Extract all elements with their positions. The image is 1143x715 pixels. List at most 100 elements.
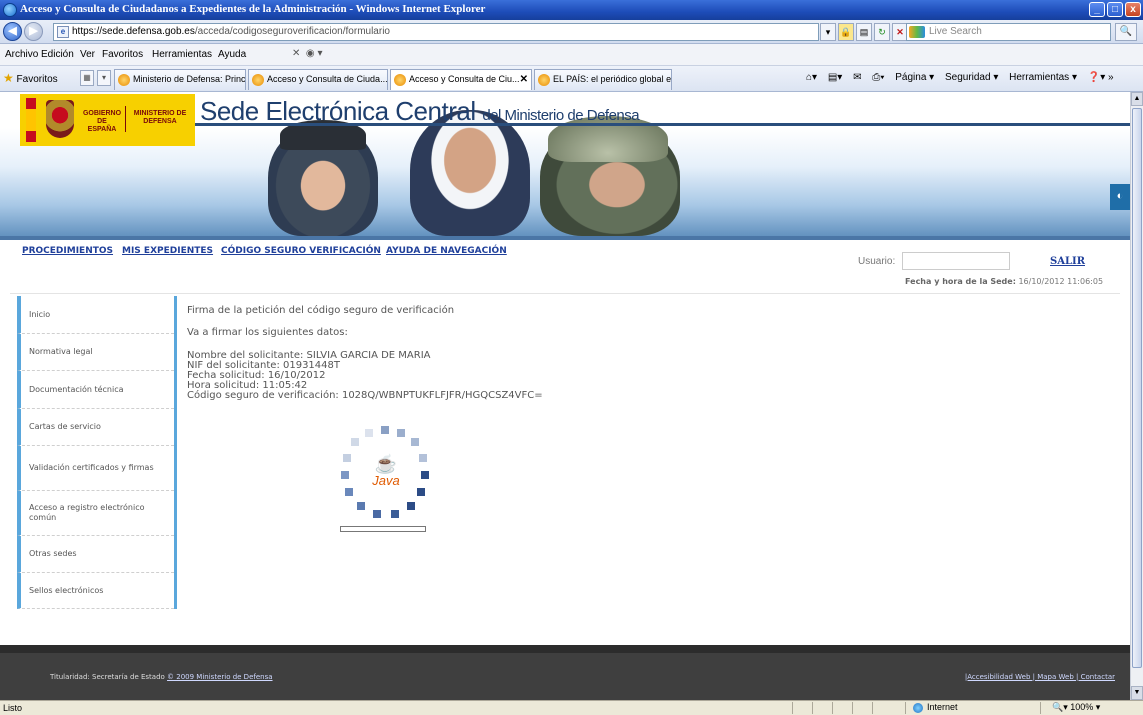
java-label: Java — [372, 473, 400, 488]
spinner-segment — [421, 471, 429, 479]
tab-acceso-2[interactable]: Acceso y Consulta de Ciu... ✕ — [390, 69, 532, 90]
mail-icon[interactable]: ✉ — [853, 72, 861, 83]
logo-divider — [125, 106, 126, 132]
status-divider — [905, 702, 906, 714]
tab-label: Acceso y Consulta de Ciuda... — [267, 74, 388, 84]
sidebar-item-sellos[interactable]: Sellos electrónicos — [17, 573, 174, 609]
search-go-icon[interactable]: 🔍 — [1115, 23, 1137, 41]
datetime-label: Fecha y hora de la Sede: — [905, 277, 1016, 286]
datetime-value: 16/10/2012 11:06:05 — [1018, 277, 1104, 286]
scroll-up-icon[interactable]: ▲ — [1131, 92, 1143, 106]
nav-procedimientos[interactable]: PROCEDIMIENTOS — [22, 246, 113, 256]
window-title: Acceso y Consulta de Ciudadanos a Expedi… — [20, 3, 486, 15]
sidebar-item-inicio[interactable]: Inicio — [17, 296, 174, 334]
tab-acceso-1[interactable]: Acceso y Consulta de Ciuda... — [248, 69, 388, 90]
logout-link[interactable]: SALIR — [1050, 256, 1085, 267]
user-input[interactable] — [902, 252, 1010, 270]
zone-label: Internet — [927, 702, 958, 712]
minimize-button[interactable]: _ — [1089, 2, 1105, 17]
quick-tabs-icon[interactable]: ▦ — [80, 70, 94, 86]
status-divider — [872, 702, 873, 714]
nav-codigo-seguro[interactable]: CÓDIGO SEGURO VERIFICACIÓN — [221, 246, 381, 256]
window-controls: _ □ x — [1089, 2, 1141, 17]
menu-favoritos[interactable]: Favoritos — [102, 49, 143, 60]
officer-image — [410, 110, 530, 236]
site-title-small: del Ministerio de Defensa — [482, 107, 640, 124]
status-divider — [832, 702, 833, 714]
maximize-button[interactable]: □ — [1107, 2, 1123, 17]
window-titlebar: Acceso y Consulta de Ciudadanos a Expedi… — [0, 0, 1143, 20]
spinner-segment — [419, 454, 427, 462]
spinner-segment — [351, 438, 359, 446]
footer-links[interactable]: |Accesibilidad Web | Mapa Web | Contacta… — [965, 673, 1115, 681]
menu-ayuda[interactable]: Ayuda — [218, 49, 246, 60]
sidebar: Inicio Normativa legal Documentación téc… — [17, 296, 177, 609]
scroll-down-icon[interactable]: ▼ — [1131, 686, 1143, 700]
back-button[interactable]: ◀ — [3, 22, 22, 41]
scroll-thumb[interactable] — [1132, 108, 1142, 668]
compat-view-icon[interactable]: ▤ — [856, 23, 872, 41]
address-input[interactable]: e https://sede.defensa.gob.es/acceda/codi… — [53, 23, 819, 41]
help-icon[interactable]: ❓▾ » — [1088, 72, 1114, 83]
sidebar-item-otras-sedes[interactable]: Otras sedes — [17, 536, 174, 573]
menu-ver[interactable]: Ver — [80, 49, 95, 60]
search-input[interactable]: Live Search — [906, 23, 1111, 41]
sidebar-item-registro[interactable]: Acceso a registro electrónico común — [17, 491, 174, 536]
java-cup-icon: ☕ — [374, 454, 398, 474]
cmd-herramientas[interactable]: Herramientas ▾ — [1009, 72, 1077, 83]
page-viewport: GOBIERNO DE ESPAÑA MINISTERIO DE DEFENSA… — [0, 92, 1130, 700]
tab-icon — [118, 74, 130, 86]
nav-ayuda[interactable]: AYUDA DE NAVEGACIÓN — [386, 246, 507, 256]
dropdown-icon[interactable]: ▾ — [820, 23, 836, 41]
site-title-main: Sede Electrónica Central — [200, 96, 476, 126]
cmd-seguridad[interactable]: Seguridad ▾ — [945, 72, 998, 83]
globe-icon — [913, 702, 923, 713]
status-divider — [812, 702, 813, 714]
tab-label: Ministerio de Defensa: Principal — [133, 74, 246, 84]
feeds-icon[interactable]: ▤▾ — [828, 72, 842, 83]
menu-extras-icon[interactable]: ✕ ◉ ▾ — [292, 48, 322, 59]
menu-edicion[interactable]: Edición — [41, 49, 74, 60]
spinner-segment — [381, 426, 389, 434]
home-icon[interactable]: ⌂▾ — [806, 72, 817, 83]
status-bar: Listo Internet 🔍▾ 100% ▾ — [0, 700, 1143, 715]
print-icon[interactable]: ⎙▾ — [872, 72, 884, 83]
nav-mis-expedientes[interactable]: MIS EXPEDIENTES — [122, 246, 213, 256]
status-divider — [1040, 702, 1041, 714]
government-logo[interactable]: GOBIERNO DE ESPAÑA MINISTERIO DE DEFENSA — [20, 94, 195, 146]
tab-list-icon[interactable]: ▾ — [97, 70, 111, 86]
ministerio-label: MINISTERIO DE DEFENSA — [133, 110, 187, 125]
favorites-bar: ★ Favoritos ▦ ▾ Ministerio de Defensa: P… — [0, 66, 1143, 92]
tab-close-icon[interactable]: ✕ — [520, 70, 528, 89]
menu-herramientas[interactable]: Herramientas — [152, 49, 212, 60]
contrast-icon[interactable]: ◐ — [1110, 184, 1130, 210]
spinner-segment — [407, 502, 415, 510]
close-button[interactable]: x — [1125, 2, 1141, 17]
menu-archivo[interactable]: Archivo — [5, 49, 38, 60]
sidebar-item-normativa[interactable]: Normativa legal — [17, 334, 174, 371]
user-label: Usuario: — [858, 256, 896, 267]
spinner-segment — [391, 510, 399, 518]
favorites-button[interactable]: ★ Favoritos — [3, 71, 58, 85]
gobierno-label: GOBIERNO DE ESPAÑA — [82, 110, 122, 133]
sidebar-item-cartas[interactable]: Cartas de servicio — [17, 409, 174, 446]
footer-copyright-link[interactable]: © 2009 Ministerio de Defensa — [167, 673, 272, 681]
tab-ministerio[interactable]: Ministerio de Defensa: Principal — [114, 69, 246, 90]
address-path: /acceda/codigoseguroverificacion/formula… — [194, 26, 390, 37]
vertical-scrollbar[interactable]: ▲ ▼ — [1130, 92, 1143, 700]
address-tools: ▾ 🔒 ▤ ↻ ✕ — [820, 23, 908, 41]
content-subtitle: Va a firmar los siguientes datos: — [187, 327, 348, 338]
zoom-control[interactable]: 🔍▾ 100% ▾ — [1052, 702, 1100, 713]
address-toolbar: ◀ ▶ e https://sede.defensa.gob.es/acceda/… — [0, 20, 1143, 44]
spinner-segment — [417, 488, 425, 496]
lock-icon[interactable]: 🔒 — [838, 23, 854, 41]
sidebar-item-documentacion[interactable]: Documentación técnica — [17, 371, 174, 409]
tab-elpais[interactable]: EL PAÍS: el periódico global e... — [534, 69, 672, 90]
spinner-segment — [345, 488, 353, 496]
server-datetime: Fecha y hora de la Sede: 16/10/2012 11:0… — [905, 277, 1103, 286]
refresh-icon[interactable]: ↻ — [874, 23, 890, 41]
sidebar-item-validacion[interactable]: Validación certificados y firmas — [17, 446, 174, 491]
security-zone[interactable]: Internet — [913, 702, 958, 713]
forward-button[interactable]: ▶ — [24, 22, 43, 41]
cmd-pagina[interactable]: Página ▾ — [895, 72, 934, 83]
